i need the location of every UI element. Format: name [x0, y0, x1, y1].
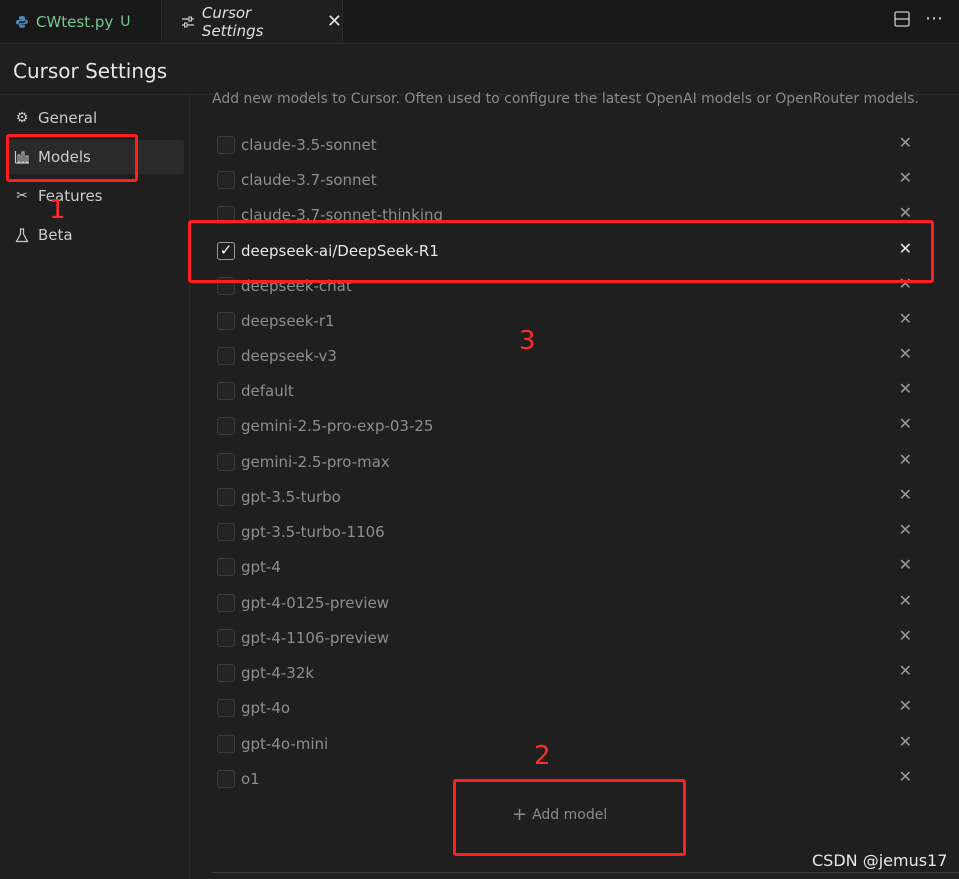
model-row-gpt-3-5-turbo: gpt-3.5-turbo ✕ [212, 479, 926, 514]
model-row-gemini-2-5-pro-exp: gemini-2.5-pro-exp-03-25 ✕ [212, 408, 926, 443]
model-row-gpt-4-32k: gpt-4-32k ✕ [212, 655, 926, 690]
editor-tab-bar: CWtest.py U Cursor Settings ✕ ⋯ [0, 0, 959, 44]
model-name: o1 [241, 769, 260, 788]
tab-label: CWtest.py [36, 12, 114, 31]
model-row-gemini-2-5-pro-max: gemini-2.5-pro-max ✕ [212, 444, 926, 479]
model-name: claude-3.7-sonnet [241, 170, 377, 189]
model-checkbox[interactable] [217, 416, 235, 435]
model-row-gpt-4o-mini: gpt-4o-mini ✕ [212, 726, 926, 761]
model-name: gpt-4-0125-preview [241, 593, 390, 612]
model-name: claude-3.5-sonnet [241, 135, 377, 154]
remove-model-icon[interactable]: ✕ [899, 135, 912, 151]
sidebar-item-label: Features [38, 187, 103, 205]
models-description: Add new models to Cursor. Often used to … [212, 91, 919, 107]
settings-sliders-icon [181, 16, 194, 27]
watermark: CSDN @jemus17 [812, 851, 948, 870]
model-name: deepseek-v3 [241, 346, 337, 365]
model-name: gpt-3.5-turbo [241, 487, 341, 506]
model-checkbox[interactable] [217, 557, 235, 576]
model-name: deepseek-r1 [241, 311, 335, 330]
remove-model-icon[interactable]: ✕ [899, 311, 912, 327]
settings-sidebar: ⚙ General Models ✂ Features Beta [0, 95, 190, 879]
remove-model-icon[interactable]: ✕ [899, 452, 912, 468]
model-checkbox[interactable] [217, 170, 235, 189]
tab-label: Cursor Settings [201, 3, 264, 40]
model-checkbox[interactable] [217, 381, 235, 400]
model-name: gpt-4-1106-preview [241, 628, 390, 647]
model-row-deepseek-v3: deepseek-v3 ✕ [212, 338, 926, 373]
annotation-number-3: 3 [519, 326, 536, 356]
model-name: gpt-4 [241, 557, 281, 576]
remove-model-icon[interactable]: ✕ [899, 522, 912, 538]
more-actions-icon[interactable]: ⋯ [925, 10, 943, 28]
remove-model-icon[interactable]: ✕ [899, 698, 912, 714]
model-row-claude-3-7-sonnet: claude-3.7-sonnet ✕ [212, 162, 926, 197]
remove-model-icon[interactable]: ✕ [899, 557, 912, 573]
remove-model-icon[interactable]: ✕ [899, 416, 912, 432]
remove-model-icon[interactable]: ✕ [899, 628, 912, 644]
python-icon [16, 15, 28, 28]
model-checkbox[interactable] [217, 593, 235, 612]
model-name: gemini-2.5-pro-exp-03-25 [241, 416, 434, 435]
remove-model-icon[interactable]: ✕ [899, 381, 912, 397]
model-row-gpt-3-5-turbo-1106: gpt-3.5-turbo-1106 ✕ [212, 514, 926, 549]
model-checkbox[interactable] [217, 769, 235, 788]
sidebar-item-features[interactable]: ✂ Features [7, 179, 184, 213]
tab-cursor-settings[interactable]: Cursor Settings ✕ [163, 0, 343, 43]
annotation-box-add-model [453, 779, 686, 856]
close-icon[interactable]: ✕ [327, 12, 342, 31]
annotation-box-models [6, 134, 138, 182]
remove-model-icon[interactable]: ✕ [899, 487, 912, 503]
model-checkbox[interactable] [217, 698, 235, 717]
sidebar-item-label: Beta [38, 226, 73, 244]
annotation-number-1: 1 [49, 195, 66, 225]
model-checkbox[interactable] [217, 522, 235, 541]
annotation-box-selected-model [188, 220, 934, 283]
model-row-gpt-4-1106-preview: gpt-4-1106-preview ✕ [212, 620, 926, 655]
model-name: gemini-2.5-pro-max [241, 452, 390, 471]
model-checkbox[interactable] [217, 734, 235, 753]
model-name: gpt-3.5-turbo-1106 [241, 522, 385, 541]
model-checkbox[interactable] [217, 487, 235, 506]
model-row-default: default ✕ [212, 373, 926, 408]
model-row-deepseek-r1: deepseek-r1 ✕ [212, 303, 926, 338]
remove-model-icon[interactable]: ✕ [899, 769, 912, 785]
remove-model-icon[interactable]: ✕ [899, 170, 912, 186]
model-row-gpt-4-0125-preview: gpt-4-0125-preview ✕ [212, 585, 926, 620]
flask-icon [15, 227, 29, 242]
model-row-claude-3-5-sonnet: claude-3.5-sonnet ✕ [212, 127, 926, 162]
remove-model-icon[interactable]: ✕ [899, 346, 912, 362]
remove-model-icon[interactable]: ✕ [899, 593, 912, 609]
untracked-badge: U [120, 13, 131, 30]
sidebar-item-general[interactable]: ⚙ General [7, 101, 184, 135]
page-title: Cursor Settings [13, 59, 168, 83]
tools-icon: ✂ [16, 188, 28, 204]
model-checkbox[interactable] [217, 628, 235, 647]
gear-icon: ⚙ [15, 110, 29, 126]
remove-model-icon[interactable]: ✕ [899, 205, 912, 221]
model-name: gpt-4-32k [241, 663, 315, 682]
annotation-number-2: 2 [534, 741, 551, 771]
remove-model-icon[interactable]: ✕ [899, 663, 912, 679]
split-editor-icon[interactable] [893, 10, 911, 28]
model-checkbox[interactable] [217, 135, 235, 154]
model-checkbox[interactable] [217, 663, 235, 682]
tab-actions: ⋯ [893, 10, 943, 28]
sidebar-item-label: General [38, 109, 98, 127]
model-checkbox[interactable] [217, 311, 235, 330]
model-checkbox[interactable] [217, 346, 235, 365]
model-checkbox[interactable] [217, 452, 235, 471]
model-row-gpt-4: gpt-4 ✕ [212, 549, 926, 584]
model-row-gpt-4o: gpt-4o ✕ [212, 690, 926, 725]
model-name: default [241, 381, 294, 400]
remove-model-icon[interactable]: ✕ [899, 734, 912, 750]
model-name: gpt-4o-mini [241, 734, 329, 753]
tab-cwtest-py[interactable]: CWtest.py U [0, 0, 162, 43]
section-divider [212, 872, 959, 873]
sidebar-item-beta[interactable]: Beta [7, 218, 184, 252]
model-name: gpt-4o [241, 698, 291, 717]
